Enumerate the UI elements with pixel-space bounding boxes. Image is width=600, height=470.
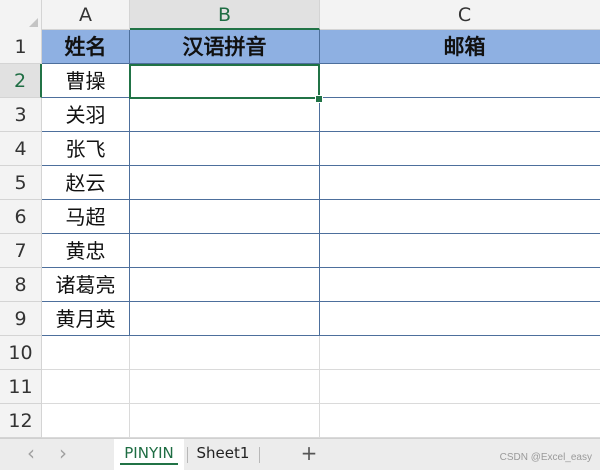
cell-b6[interactable] (130, 200, 320, 234)
tab-sheet1-label: Sheet1 (196, 444, 250, 462)
select-all-corner[interactable] (0, 0, 42, 31)
tab-separator (259, 447, 260, 463)
cell-c5[interactable] (320, 166, 600, 200)
cell-c7[interactable] (320, 234, 600, 268)
cell-a6[interactable]: 马超 (42, 200, 130, 234)
cell-a11[interactable] (42, 370, 130, 404)
row-header-4[interactable]: 4 (0, 132, 42, 166)
cell-a2[interactable]: 曹操 (42, 64, 130, 98)
cell-a4[interactable]: 张飞 (42, 132, 130, 166)
row-header-1[interactable]: 1 (0, 30, 42, 64)
spreadsheet-grid: ABC 1 2 3 4 5 6 7 8 9 10 11 12 姓名 汉语拼音 邮箱 曹操 关羽 张飞 赵云 马超 黄忠… (0, 0, 600, 438)
row-header-9[interactable]: 9 (0, 302, 42, 336)
cell-c3[interactable] (320, 98, 600, 132)
row-header-11[interactable]: 11 (0, 370, 42, 404)
select-all-triangle-icon (29, 18, 38, 27)
cell-b10[interactable] (130, 336, 320, 370)
next-sheet-icon[interactable]: › (50, 439, 76, 470)
tab-pinyin-label: PINYIN (124, 444, 174, 462)
cell-c12[interactable] (320, 404, 600, 438)
cell-b9[interactable] (130, 302, 320, 336)
cell-b11[interactable] (130, 370, 320, 404)
cell-c4[interactable] (320, 132, 600, 166)
cell-a7[interactable]: 黄忠 (42, 234, 130, 268)
row-header-5[interactable]: 5 (0, 166, 42, 200)
column-header-c[interactable]: C (320, 0, 600, 30)
tab-separator (187, 447, 188, 463)
row-header-8[interactable]: 8 (0, 268, 42, 302)
row-header-6[interactable]: 6 (0, 200, 42, 234)
row-header-7[interactable]: 7 (0, 234, 42, 268)
table-header-cell-b[interactable]: 汉语拼音 (130, 30, 320, 64)
watermark: CSDN @Excel_easy (499, 452, 592, 463)
cell-c10[interactable] (320, 336, 600, 370)
cell-b5[interactable] (130, 166, 320, 200)
cell-a12[interactable] (42, 404, 130, 438)
cell-a9[interactable]: 黄月英 (42, 302, 130, 336)
cell-a3[interactable]: 关羽 (42, 98, 130, 132)
tab-sheet1[interactable]: Sheet1 (190, 439, 256, 470)
row-header-10[interactable]: 10 (0, 336, 42, 370)
table-header-cell-a[interactable]: 姓名 (42, 30, 130, 64)
cell-b12[interactable] (130, 404, 320, 438)
row-header-2[interactable]: 2 (0, 64, 42, 98)
row-header-3[interactable]: 3 (0, 98, 42, 132)
cell-c8[interactable] (320, 268, 600, 302)
tab-pinyin[interactable]: PINYIN (114, 439, 184, 470)
cell-b4[interactable] (130, 132, 320, 166)
cell-c9[interactable] (320, 302, 600, 336)
prev-sheet-icon[interactable]: ‹ (18, 439, 44, 470)
active-tab-underline (120, 463, 178, 465)
cell-c6[interactable] (320, 200, 600, 234)
cell-b3[interactable] (130, 98, 320, 132)
fill-handle[interactable] (315, 95, 323, 103)
cell-a5[interactable]: 赵云 (42, 166, 130, 200)
column-header-a[interactable]: A (42, 0, 130, 30)
cell-b7[interactable] (130, 234, 320, 268)
column-header-b[interactable]: B (130, 0, 320, 30)
cell-b8[interactable] (130, 268, 320, 302)
cell-a8[interactable]: 诸葛亮 (42, 268, 130, 302)
table-header-cell-c[interactable]: 邮箱 (320, 30, 600, 64)
cell-c11[interactable] (320, 370, 600, 404)
add-sheet-icon[interactable]: + (296, 439, 322, 470)
sheet-tab-bar: ‹ › PINYIN Sheet1 + CSDN @Excel_easy (0, 438, 600, 470)
cell-a10[interactable] (42, 336, 130, 370)
cell-b2[interactable] (130, 64, 320, 98)
row-header-12[interactable]: 12 (0, 404, 42, 438)
cell-c2[interactable] (320, 64, 600, 98)
